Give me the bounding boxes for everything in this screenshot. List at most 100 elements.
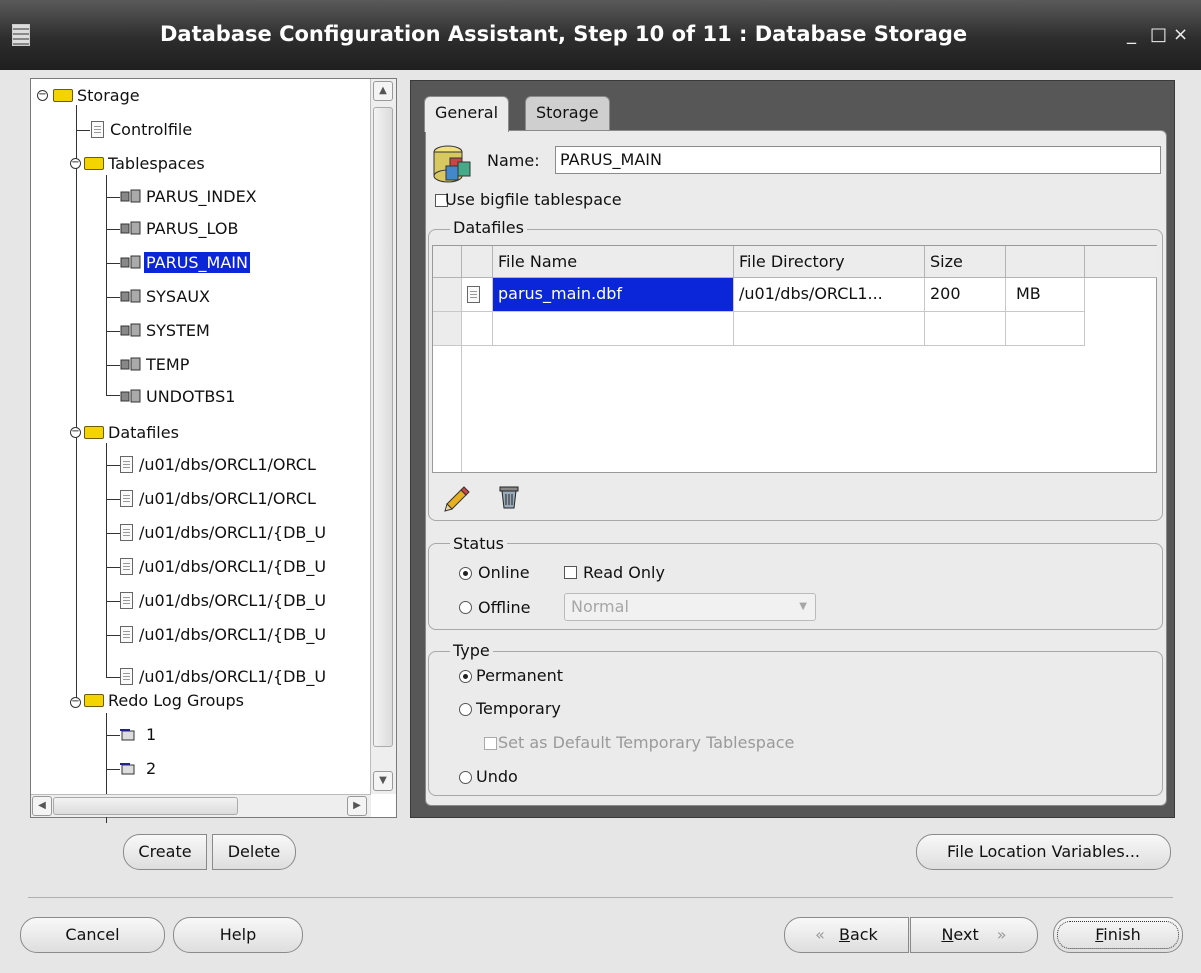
tree-node-redo-group[interactable]: 1 [120, 720, 158, 750]
offline-mode-select[interactable]: Normal ▼ [564, 593, 816, 621]
bigfile-label: Use bigfile tablespace [445, 190, 622, 209]
online-radio[interactable] [459, 567, 472, 580]
tablespace-icon [120, 216, 142, 235]
cancel-button[interactable]: Cancel [20, 917, 165, 953]
file-location-variables-button[interactable]: File Location Variables... [916, 834, 1171, 870]
tree-node-tablespace[interactable]: PARUS_LOB [120, 214, 240, 244]
storage-tree[interactable]: − Storage Controlfile − Tablespaces PARU… [30, 78, 397, 823]
collapse-icon[interactable]: − [70, 427, 81, 438]
tree-node-datafile[interactable]: /u01/dbs/ORCL1/{DB_U [120, 552, 328, 582]
redo-group-icon [120, 722, 142, 741]
tree-line [106, 331, 120, 332]
default-temp-label: Set as Default Temporary Tablespace [498, 733, 795, 752]
pencil-icon[interactable] [443, 484, 471, 512]
column-header-size[interactable]: Size [925, 246, 1006, 278]
unit-cell[interactable] [1006, 312, 1085, 346]
tree-label: SYSAUX [146, 287, 210, 306]
tree-node-tablespace[interactable]: SYSAUX [120, 282, 212, 312]
tree-node-tablespace[interactable]: UNDOTBS1 [120, 382, 237, 412]
tree-node-datafile[interactable]: /u01/dbs/ORCL1/{DB_U [120, 518, 328, 548]
table-row[interactable] [462, 312, 493, 346]
datafiles-table[interactable]: File Name File Directory Size parus_main… [432, 245, 1157, 473]
collapse-icon[interactable]: − [70, 697, 81, 708]
scrollbar-thumb[interactable] [53, 797, 238, 815]
tree-node-tablespaces[interactable]: Tablespaces [84, 149, 207, 179]
tree-node-tablespace-selected[interactable]: PARUS_MAIN [120, 248, 251, 278]
file-name-cell[interactable]: parus_main.dbf [493, 278, 734, 312]
datafile-icon [120, 626, 133, 643]
tree-node-controlfile[interactable]: Controlfile [91, 115, 194, 145]
app-icon [12, 24, 30, 46]
tree-line [106, 263, 120, 264]
undo-radio[interactable] [459, 771, 472, 784]
scroll-right-icon[interactable]: ▶ [347, 796, 367, 816]
tree-node-datafile[interactable]: /u01/dbs/ORCL1/{DB_U [120, 620, 328, 650]
trash-icon[interactable] [498, 483, 520, 511]
folder-icon [84, 426, 104, 439]
scroll-up-icon[interactable]: ▲ [373, 81, 393, 101]
back-button[interactable]: « Back [784, 917, 909, 953]
tree-node-tablespace[interactable]: TEMP [120, 350, 191, 380]
minimize-icon[interactable]: _ [1127, 24, 1136, 45]
controlfile-icon [91, 121, 104, 138]
tree-node-redo-log-groups[interactable]: Redo Log Groups [84, 686, 246, 716]
tree-node-datafiles[interactable]: Datafiles [84, 418, 181, 448]
file-directory-cell[interactable]: /u01/dbs/ORCL1... [734, 278, 925, 312]
collapse-icon[interactable]: − [70, 158, 81, 169]
tree-label: SYSTEM [146, 321, 210, 340]
collapse-icon[interactable]: − [37, 90, 48, 101]
chevron-right-icon: » [996, 925, 1007, 944]
tab-storage[interactable]: Storage [525, 96, 610, 130]
next-button[interactable]: Next » [910, 917, 1038, 953]
delete-button[interactable]: Delete [212, 834, 296, 870]
tree-label: /u01/dbs/ORCL1/{DB_U [139, 523, 327, 542]
tree-line [106, 395, 120, 396]
tab-general[interactable]: General [424, 96, 510, 132]
tree-node-datafile[interactable]: /u01/dbs/ORCL1/{DB_U [120, 586, 328, 616]
tree-vertical-scrollbar[interactable]: ▲ ▼ [370, 79, 396, 794]
create-button[interactable]: Create [123, 834, 207, 870]
scroll-left-icon[interactable]: ◀ [32, 796, 52, 816]
tree-horizontal-scrollbar[interactable]: ◀ ▶ [31, 794, 371, 817]
maximize-icon[interactable]: □ [1150, 24, 1167, 45]
tree-node-datafile[interactable]: /u01/dbs/ORCL1/ORCL [120, 484, 318, 514]
tree-line [106, 499, 120, 500]
tree-line [106, 677, 120, 678]
tree-label: /u01/dbs/ORCL1/{DB_U [139, 667, 327, 686]
column-header-file-name[interactable]: File Name [493, 246, 734, 278]
size-cell[interactable] [925, 312, 1006, 346]
default-temp-checkbox[interactable] [484, 737, 497, 750]
next-label-rest: ext [953, 925, 979, 944]
footer-separator [28, 897, 1173, 898]
close-icon[interactable]: × [1173, 24, 1188, 45]
permanent-radio[interactable] [459, 670, 472, 683]
scroll-down-icon[interactable]: ▼ [373, 771, 393, 791]
help-button[interactable]: Help [173, 917, 303, 953]
tree-node-redo-group[interactable]: 2 [120, 754, 158, 784]
tree-label: Controlfile [110, 120, 193, 139]
file-directory-cell[interactable] [734, 312, 925, 346]
tablespace-icon [120, 250, 142, 269]
offline-radio[interactable] [459, 601, 472, 614]
read-only-checkbox[interactable] [564, 566, 577, 579]
tree-node-storage[interactable]: Storage [53, 81, 142, 111]
next-mnemonic: N [941, 925, 954, 944]
temporary-radio[interactable] [459, 703, 472, 716]
unit-cell[interactable]: MB [1006, 278, 1085, 312]
table-row[interactable] [462, 278, 493, 312]
column-header-file-directory[interactable]: File Directory [734, 246, 925, 278]
file-name-cell[interactable] [493, 312, 734, 346]
finish-button[interactable]: Finish [1053, 917, 1183, 953]
size-cell[interactable]: 200 [925, 278, 1006, 312]
tablespace-icon [120, 184, 142, 203]
tablespace-icon [120, 384, 142, 403]
name-field[interactable]: PARUS_MAIN [555, 146, 1161, 174]
scrollbar-thumb[interactable] [373, 107, 393, 747]
tree-node-tablespace[interactable]: PARUS_INDEX [120, 182, 259, 212]
tree-node-datafile[interactable]: /u01/dbs/ORCL1/ORCL [120, 450, 318, 480]
title-bar: Database Configuration Assistant, Step 1… [0, 0, 1201, 70]
tree-node-tablespace[interactable]: SYSTEM [120, 316, 212, 346]
row-header-cell[interactable] [433, 278, 462, 312]
datafile-icon [120, 558, 133, 575]
row-header-cell[interactable] [433, 312, 462, 346]
